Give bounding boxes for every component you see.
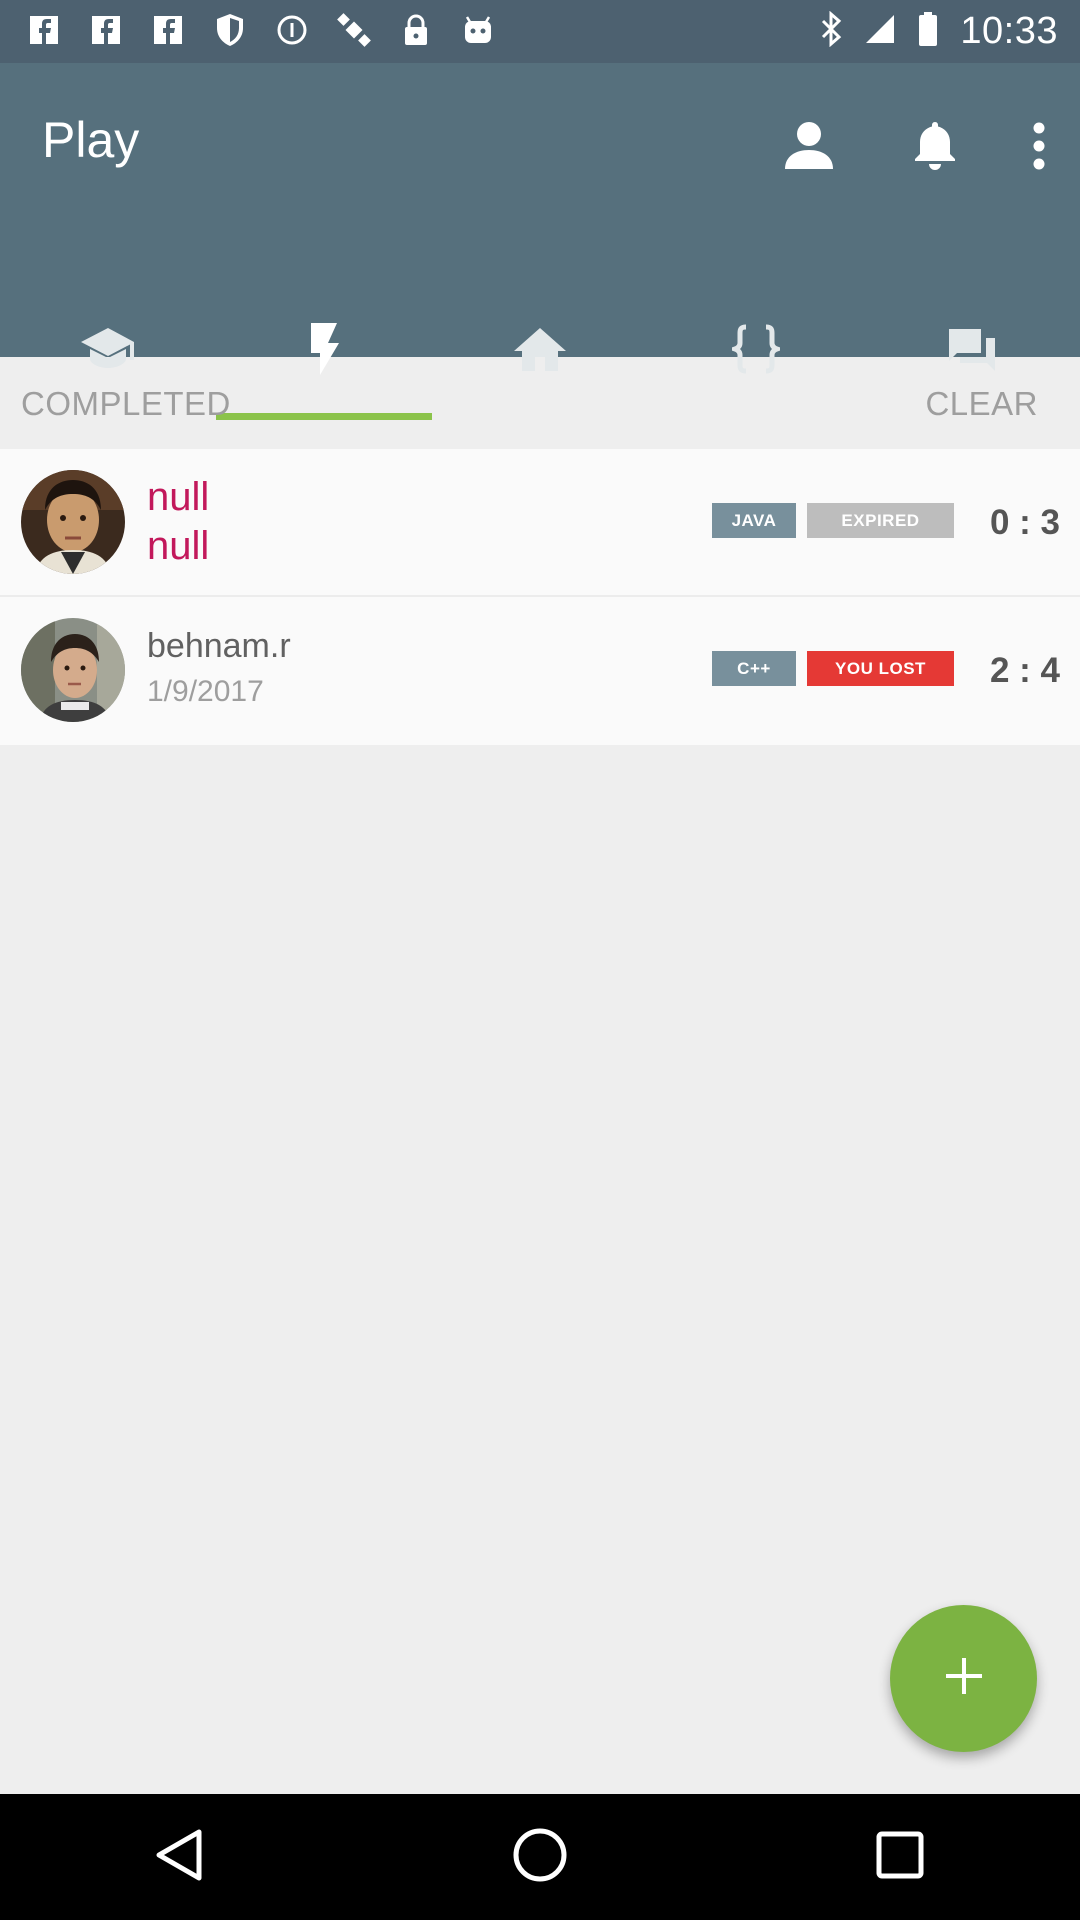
section-title: COMPLETED: [21, 385, 231, 422]
more-options-button[interactable]: [998, 103, 1080, 193]
clock: 10:33: [960, 10, 1058, 52]
more-vert-icon: [1032, 122, 1046, 175]
back-icon: [153, 1828, 207, 1887]
score: 0 : 3: [989, 503, 1060, 542]
language-badge: C++: [712, 651, 796, 686]
back-button[interactable]: [120, 1797, 240, 1917]
avatar: [21, 618, 125, 722]
notification-icons: [26, 12, 496, 48]
clear-button[interactable]: CLEAR: [925, 385, 1038, 423]
status-bar: 10:33: [0, 0, 1080, 63]
shield-icon: [212, 12, 248, 48]
bluetooth-icon: [820, 10, 842, 52]
completed-games-list: null null JAVA EXPIRED 0 : 3 behnam.r 1/…: [0, 449, 1080, 745]
list-item[interactable]: behnam.r 1/9/2017 C++ YOU LOST 2 : 4: [0, 597, 1080, 745]
account-button[interactable]: [746, 103, 872, 193]
battery-icon: [918, 11, 938, 52]
system-nav-bar: [0, 1794, 1080, 1920]
game-subtitle: null: [147, 524, 210, 568]
recents-button[interactable]: [840, 1797, 960, 1917]
account-icon: [783, 121, 835, 176]
lock-icon: [398, 12, 434, 48]
info-icon: [274, 12, 310, 48]
app-bar: Play: [0, 63, 1080, 420]
score: 2 : 4: [989, 651, 1060, 690]
system-status: 10:33: [820, 10, 1058, 53]
bell-icon: [913, 120, 957, 177]
facebook-icon: [150, 12, 186, 48]
signal-icon: [864, 13, 896, 50]
plus-icon: [944, 1656, 984, 1701]
status-badge: EXPIRED: [807, 503, 954, 538]
android-icon: [460, 12, 496, 48]
page-title: Play: [42, 112, 140, 168]
player-name: null: [147, 475, 210, 519]
recents-icon: [876, 1831, 924, 1884]
status-badge: YOU LOST: [807, 651, 954, 686]
facebook-icon: [26, 12, 62, 48]
notifications-button[interactable]: [872, 103, 998, 193]
app-bar-actions: [746, 103, 1080, 193]
language-badge: JAVA: [712, 503, 796, 538]
home-button[interactable]: [480, 1797, 600, 1917]
facebook-icon: [88, 12, 124, 48]
player-name: behnam.r: [147, 627, 291, 665]
game-date: 1/9/2017: [147, 675, 264, 708]
avatar: [21, 470, 125, 574]
section-header: COMPLETED CLEAR: [0, 357, 1080, 449]
list-item[interactable]: null null JAVA EXPIRED 0 : 3: [0, 449, 1080, 597]
home-circle-icon: [512, 1827, 568, 1888]
new-game-fab[interactable]: [890, 1605, 1037, 1752]
satellite-icon: [336, 12, 372, 48]
